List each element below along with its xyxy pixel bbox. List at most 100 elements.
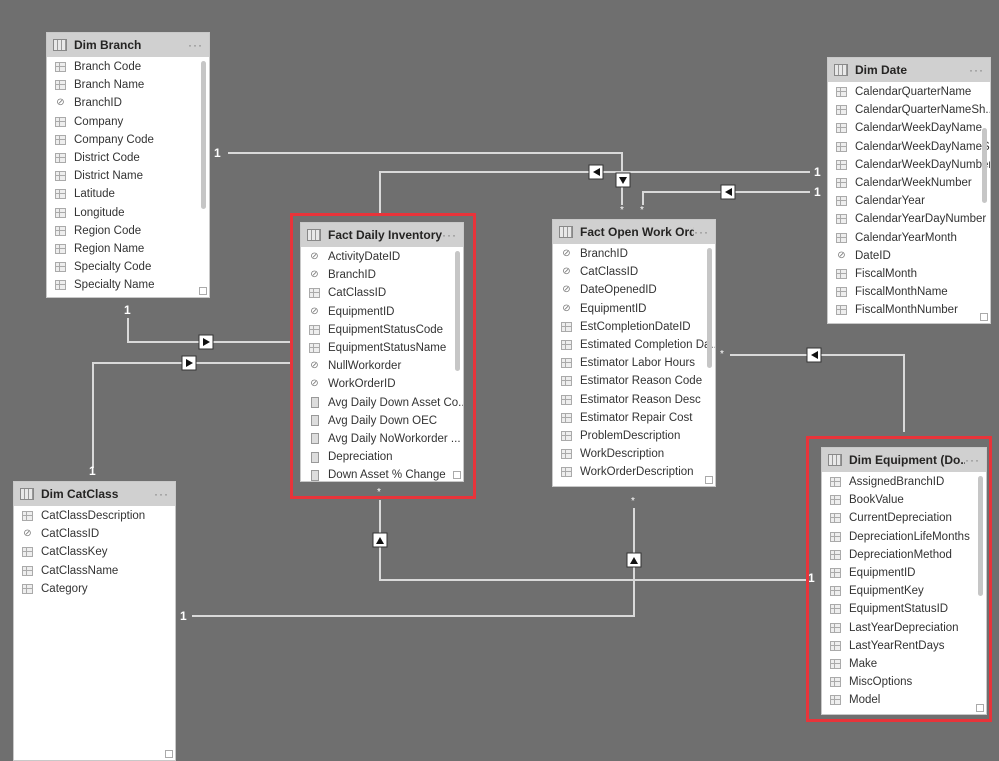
field-item[interactable]: ⊘ EquipmentID — [553, 300, 715, 318]
field-item[interactable]: Estimator Reason Desc — [553, 391, 715, 409]
field-item[interactable]: Category — [14, 580, 175, 598]
field-item[interactable]: FiscalMonthNumber — [828, 301, 990, 319]
field-item[interactable]: Model — [822, 691, 986, 709]
field-item[interactable]: ⊘ BranchID — [301, 266, 463, 284]
field-item[interactable]: CurrentDepreciation — [822, 509, 986, 527]
field-item[interactable]: CatClassKey — [14, 543, 175, 561]
field-item[interactable]: CalendarYearMonth — [828, 229, 990, 247]
field-item[interactable]: DepreciationMethod — [822, 546, 986, 564]
table-title: Dim Date — [855, 63, 908, 77]
field-item[interactable]: CalendarYear — [828, 192, 990, 210]
resize-handle[interactable] — [976, 704, 984, 712]
field-item[interactable]: Avg Daily Down OEC — [301, 412, 463, 430]
table-dim-branch[interactable]: Dim Branch ··· Branch Code Branch Name ⊘… — [46, 32, 210, 298]
field-item[interactable]: BookValue — [822, 491, 986, 509]
more-options-icon[interactable]: ··· — [442, 228, 457, 242]
scrollbar[interactable] — [707, 248, 712, 368]
field-item[interactable]: ⊘ BranchID — [553, 245, 715, 263]
field-item[interactable]: EquipmentID — [822, 564, 986, 582]
field-item[interactable]: Company Code — [47, 131, 209, 149]
field-item[interactable]: Longitude — [47, 204, 209, 222]
field-item[interactable]: Specialty Name — [47, 276, 209, 294]
field-item[interactable]: Company — [47, 113, 209, 131]
field-item[interactable]: Down Asset % Change — [301, 466, 463, 481]
table-header[interactable]: Fact Daily Inventory ··· — [301, 223, 463, 247]
field-item[interactable]: WorkOrderDescription — [553, 463, 715, 481]
resize-handle[interactable] — [165, 750, 173, 758]
more-options-icon[interactable]: ··· — [965, 453, 980, 467]
field-item[interactable]: Branch Code — [47, 58, 209, 76]
field-item[interactable]: ⊘ DateID — [828, 247, 990, 265]
field-item[interactable]: Avg Daily Down Asset Co... — [301, 394, 463, 412]
scrollbar[interactable] — [978, 476, 983, 596]
table-header[interactable]: Dim Date ··· — [828, 58, 990, 82]
field-item[interactable]: ⊘ ActivityDateID — [301, 248, 463, 266]
field-item[interactable]: ⊘ CatClassID — [553, 263, 715, 281]
field-item[interactable]: Estimated Completion Da... — [553, 336, 715, 354]
field-item[interactable]: CalendarWeekDayNameS... — [828, 138, 990, 156]
field-item[interactable]: ⊘ CatClassID — [14, 525, 175, 543]
table-header[interactable]: Dim CatClass ··· — [14, 482, 175, 506]
field-item[interactable]: District Name — [47, 167, 209, 185]
field-item[interactable]: FiscalMonthName — [828, 283, 990, 301]
field-item[interactable]: Region Code — [47, 222, 209, 240]
field-item[interactable]: CalendarWeekNumber — [828, 174, 990, 192]
field-item[interactable]: DepreciationLifeMonths — [822, 528, 986, 546]
field-item[interactable]: LastYearDepreciation — [822, 619, 986, 637]
field-item[interactable]: MiscOptions — [822, 673, 986, 691]
field-item[interactable]: Estimator Labor Hours — [553, 354, 715, 372]
table-dim-equipment[interactable]: Dim Equipment (Do... ··· AssignedBranchI… — [821, 447, 987, 715]
field-item[interactable]: CalendarYearDayNumber — [828, 210, 990, 228]
field-item[interactable]: ⊘ WorkOrderID — [301, 375, 463, 393]
field-item[interactable]: CatClassDescription — [14, 507, 175, 525]
resize-handle[interactable] — [199, 287, 207, 295]
table-header[interactable]: Dim Branch ··· — [47, 33, 209, 57]
table-dim-catclass[interactable]: Dim CatClass ··· CatClassDescription ⊘ C… — [13, 481, 176, 761]
resize-handle[interactable] — [453, 471, 461, 479]
scrollbar[interactable] — [982, 128, 987, 203]
field-item[interactable]: CalendarQuarterNameSh... — [828, 101, 990, 119]
field-item[interactable]: AssignedBranchID — [822, 473, 986, 491]
field-item[interactable]: EquipmentStatusID — [822, 600, 986, 618]
field-item[interactable]: Make — [822, 655, 986, 673]
table-fact-daily-inventory[interactable]: Fact Daily Inventory ··· ⊘ ActivityDateI… — [300, 222, 464, 482]
scrollbar[interactable] — [455, 251, 460, 371]
field-item[interactable]: LastYearRentDays — [822, 637, 986, 655]
table-fact-open-work-orders[interactable]: Fact Open Work Ord... ··· ⊘ BranchID ⊘ C… — [552, 219, 716, 487]
field-item[interactable]: EquipmentStatusCode — [301, 321, 463, 339]
field-item[interactable]: ⊘ BranchID — [47, 94, 209, 112]
field-item[interactable]: Region Name — [47, 240, 209, 258]
field-item[interactable]: ⊘ EquipmentID — [301, 303, 463, 321]
more-options-icon[interactable]: ··· — [188, 38, 203, 52]
field-item[interactable]: District Code — [47, 149, 209, 167]
field-item[interactable]: Specialty Code — [47, 258, 209, 276]
field-item[interactable]: WorkDescription — [553, 445, 715, 463]
field-item[interactable]: ⊘ DateOpenedID — [553, 281, 715, 299]
table-header[interactable]: Dim Equipment (Do... ··· — [822, 448, 986, 472]
field-item[interactable]: CalendarQuarterName — [828, 83, 990, 101]
resize-handle[interactable] — [705, 476, 713, 484]
table-dim-date[interactable]: Dim Date ··· CalendarQuarterName Calenda… — [827, 57, 991, 324]
field-item[interactable]: FiscalMonth — [828, 265, 990, 283]
field-item[interactable]: ⊘ NullWorkorder — [301, 357, 463, 375]
field-item[interactable]: Estimator Repair Cost — [553, 409, 715, 427]
more-options-icon[interactable]: ··· — [969, 63, 984, 77]
field-item[interactable]: Estimator Reason Code — [553, 372, 715, 390]
field-item[interactable]: CatClassID — [301, 284, 463, 302]
field-item[interactable]: EquipmentStatusName — [301, 339, 463, 357]
field-item[interactable]: CalendarWeekDayName — [828, 119, 990, 137]
field-item[interactable]: Latitude — [47, 185, 209, 203]
field-item[interactable]: Depreciation — [301, 448, 463, 466]
field-item[interactable]: CatClassName — [14, 562, 175, 580]
field-item[interactable]: ProblemDescription — [553, 427, 715, 445]
more-options-icon[interactable]: ··· — [154, 487, 169, 501]
field-item[interactable]: Branch Name — [47, 76, 209, 94]
field-item[interactable]: EstCompletionDateID — [553, 318, 715, 336]
more-options-icon[interactable]: ··· — [694, 225, 709, 239]
field-item[interactable]: CalendarWeekDayNumber — [828, 156, 990, 174]
table-header[interactable]: Fact Open Work Ord... ··· — [553, 220, 715, 244]
field-item[interactable]: Avg Daily NoWorkorder ... — [301, 430, 463, 448]
resize-handle[interactable] — [980, 313, 988, 321]
scrollbar[interactable] — [201, 61, 206, 209]
field-item[interactable]: EquipmentKey — [822, 582, 986, 600]
